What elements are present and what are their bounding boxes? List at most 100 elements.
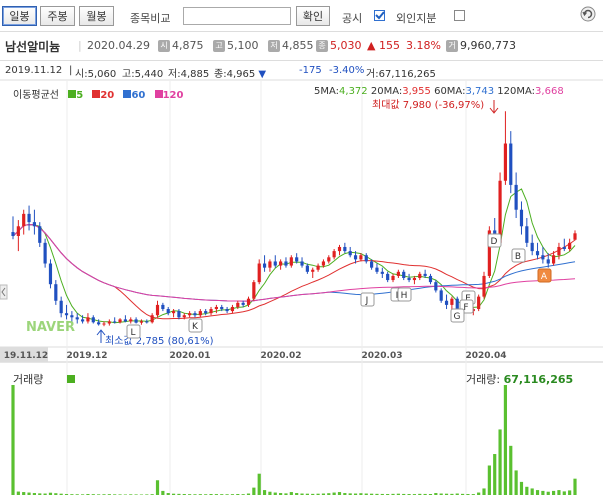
volume-bar [11, 385, 15, 495]
high-value: 5,100 [227, 39, 259, 52]
ma-legend: 이동평균선 5 20 60 120 [13, 86, 183, 101]
volume-bar [551, 490, 556, 495]
event-marker-box [511, 248, 526, 263]
candle-body [279, 261, 283, 266]
candle-body [107, 321, 111, 324]
x-tick-label: 2020.03 [362, 351, 403, 361]
candle-body [97, 322, 101, 325]
candle-body [434, 282, 438, 291]
high-price: 고 5,100 [213, 39, 259, 52]
ma60-value: 3,743 [465, 86, 495, 97]
candle-body [412, 278, 417, 281]
candle-body [177, 311, 181, 318]
candle-body [182, 315, 186, 318]
ohlc-volume: 거:67,116,265 [366, 65, 436, 80]
ma120-value: 3,668 [535, 86, 564, 97]
chevron-left-icon [1, 287, 6, 297]
event-marker-box [487, 233, 502, 248]
candle-body [113, 321, 117, 323]
candle-body [257, 263, 261, 283]
candle-body [27, 213, 31, 223]
event-marker-box [360, 292, 375, 307]
ma-line-5 [12, 188, 576, 324]
candle-body [236, 302, 240, 307]
period-monthly-button[interactable]: 월봉 [79, 6, 114, 26]
ma20-label: 20MA: [370, 86, 403, 97]
naver-watermark: NAVER [26, 320, 75, 335]
candle-body [166, 309, 170, 314]
candle-body [337, 246, 342, 252]
max-annotation: 최대값 7,980 (-36,97%) [372, 99, 484, 111]
candle-body [509, 143, 513, 185]
foreign-checkbox[interactable] [454, 10, 465, 21]
foreign-label: 외인지분 [396, 12, 437, 25]
event-marker-label: K [192, 322, 199, 332]
ohlc-volume-label: 거: [366, 69, 379, 80]
event-marker-label: L [130, 328, 135, 338]
candle-body [525, 226, 529, 243]
candle-body [471, 309, 475, 312]
legend-item-5[interactable]: 5 [76, 90, 83, 101]
event-marker-label: I [396, 291, 399, 301]
candle-body [482, 275, 486, 297]
candle-body [562, 246, 566, 250]
candle-body [16, 226, 20, 236]
candle-body [332, 251, 336, 258]
candle-body [407, 278, 411, 281]
candle-body [493, 230, 497, 243]
event-marker-box [461, 290, 476, 305]
volume-bar [257, 473, 261, 495]
candle-body [129, 319, 133, 322]
ohlc-high-label: 고: [122, 69, 135, 80]
candle-body [289, 257, 293, 266]
period-daily-button[interactable]: 일봉 [2, 6, 37, 26]
x-tick-label: 2019.12 [67, 351, 108, 361]
candle-body [348, 251, 352, 256]
ohlc-change-pct: -3.40% [329, 65, 365, 76]
candle-body [455, 298, 459, 312]
scroll-handle[interactable] [0, 284, 8, 300]
candle-body [487, 230, 491, 276]
candle-body [273, 261, 277, 266]
open-badge-icon: 시 [158, 40, 170, 52]
volume-bar [514, 470, 518, 495]
candle-body [418, 273, 422, 278]
volume-bar [16, 491, 20, 495]
volume-bar [557, 490, 561, 495]
open-price: 시 4,875 [158, 39, 204, 52]
compare-label: 종목비교 [130, 12, 171, 25]
legend-item-60[interactable]: 60 [131, 90, 145, 101]
change-value: 155 [378, 39, 400, 52]
ma5-value: 4,372 [339, 86, 368, 97]
disclosure-checkbox[interactable] [374, 10, 385, 21]
volume-label: 거래량 [13, 371, 75, 387]
close-price: 종 5,030 [316, 39, 362, 52]
low-price: 저 4,855 [268, 39, 314, 52]
candle-body [519, 209, 524, 227]
compare-input[interactable] [183, 7, 291, 25]
volume-bar [161, 490, 165, 495]
legend-item-120[interactable]: 120 [163, 90, 184, 101]
candle-body [391, 275, 395, 281]
ohlc-low-value: 4,885 [180, 69, 210, 80]
candle-body [209, 309, 213, 314]
legend-item-20[interactable]: 20 [100, 90, 114, 101]
candle-body [444, 300, 449, 305]
candle-body [11, 232, 15, 236]
candle-body [91, 317, 95, 323]
volume-swatch [66, 375, 75, 383]
ohlc-open-label: 시: [75, 69, 88, 80]
period-weekly-button[interactable]: 주봉 [40, 6, 75, 26]
candle-body [450, 298, 454, 305]
refresh-icon[interactable] [580, 6, 596, 22]
volume-bar [509, 445, 513, 495]
candle-body [359, 255, 363, 260]
volume-bar [487, 465, 491, 495]
candle-body [530, 242, 534, 252]
confirm-button[interactable]: 확인 [296, 6, 330, 26]
ma20-value: 3,955 [402, 86, 431, 97]
ohlc-high: 고:5,440 [122, 65, 163, 80]
volume-bar [535, 490, 540, 495]
candle-body [514, 184, 518, 210]
event-marker-label: A [541, 272, 548, 282]
